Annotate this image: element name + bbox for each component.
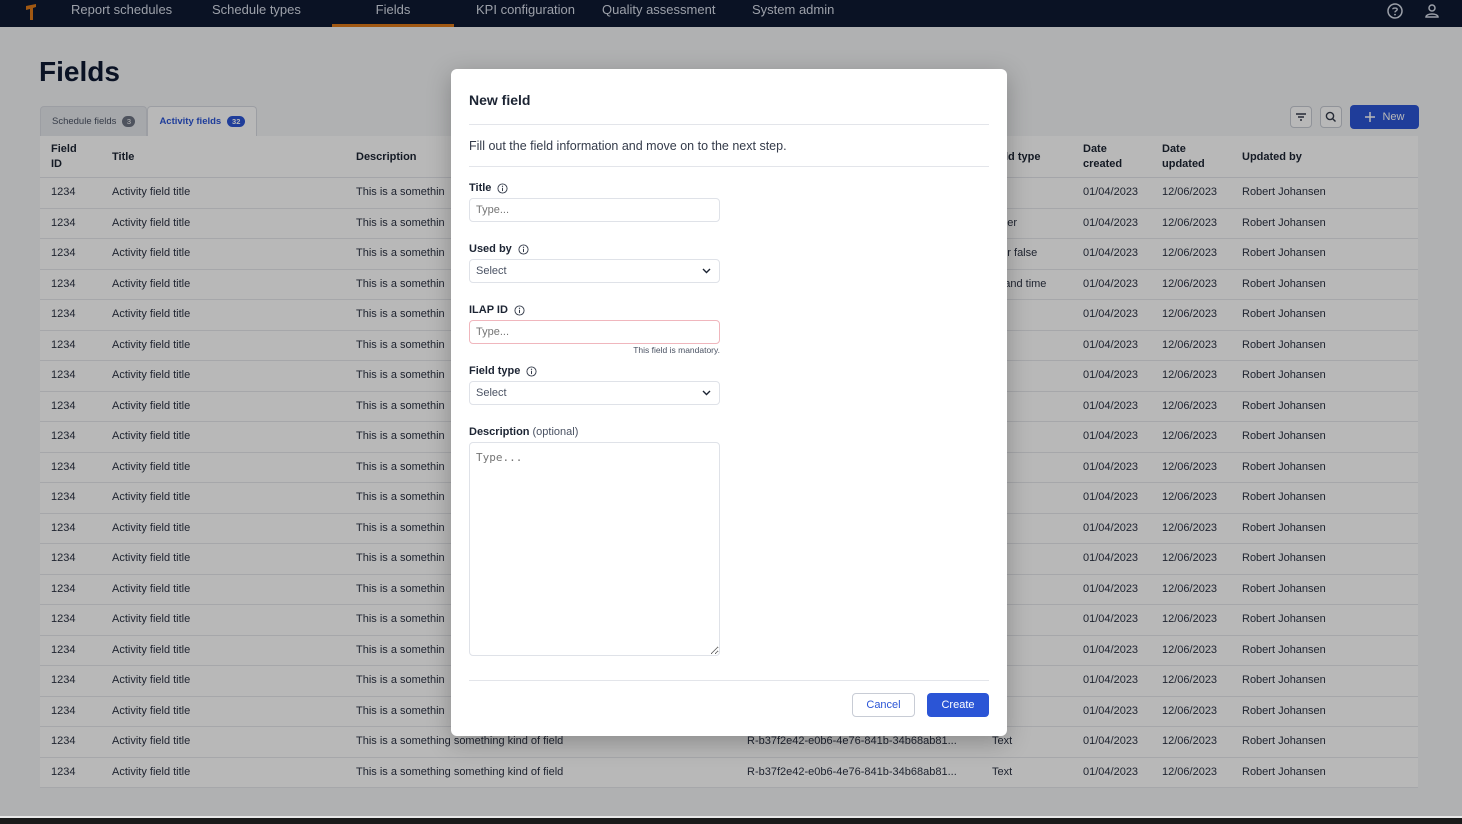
ilap-id-label: ILAP ID bbox=[469, 304, 525, 316]
description-label-text: Description bbox=[469, 426, 530, 438]
divider bbox=[469, 680, 989, 681]
used-by-select-value: Select bbox=[476, 265, 507, 277]
bottom-edge bbox=[0, 816, 1462, 824]
dialog-subtitle: Fill out the field information and move … bbox=[469, 139, 787, 153]
field-type-select[interactable]: Select bbox=[469, 381, 720, 405]
info-icon[interactable] bbox=[526, 365, 537, 377]
field-type-label: Field type bbox=[469, 365, 537, 377]
used-by-label: Used by bbox=[469, 243, 529, 255]
divider bbox=[469, 124, 989, 125]
field-type-select-value: Select bbox=[476, 387, 507, 399]
create-button[interactable]: Create bbox=[927, 693, 989, 717]
new-field-dialog: New field Fill out the field information… bbox=[451, 69, 1007, 736]
divider bbox=[469, 166, 989, 167]
optional-text: (optional) bbox=[532, 426, 579, 438]
title-input[interactable] bbox=[469, 198, 720, 222]
chevron-down-icon bbox=[702, 268, 711, 274]
used-by-label-text: Used by bbox=[469, 243, 512, 255]
ilap-id-helper-text: This field is mandatory. bbox=[633, 345, 720, 355]
title-label: Title bbox=[469, 182, 508, 194]
ilap-id-input[interactable] bbox=[469, 320, 720, 344]
info-icon[interactable] bbox=[497, 182, 508, 194]
ilap-id-label-text: ILAP ID bbox=[469, 304, 508, 316]
title-label-text: Title bbox=[469, 182, 492, 194]
info-icon[interactable] bbox=[514, 304, 525, 316]
field-type-label-text: Field type bbox=[469, 365, 521, 377]
cancel-button[interactable]: Cancel bbox=[852, 693, 915, 717]
description-textarea[interactable] bbox=[469, 442, 720, 656]
used-by-select[interactable]: Select bbox=[469, 259, 720, 283]
dialog-title: New field bbox=[469, 92, 531, 108]
app-window: Report schedules Schedule types Fields K… bbox=[0, 0, 1462, 816]
info-icon[interactable] bbox=[518, 243, 529, 255]
chevron-down-icon bbox=[702, 390, 711, 396]
description-label: Description (optional) bbox=[469, 426, 578, 438]
